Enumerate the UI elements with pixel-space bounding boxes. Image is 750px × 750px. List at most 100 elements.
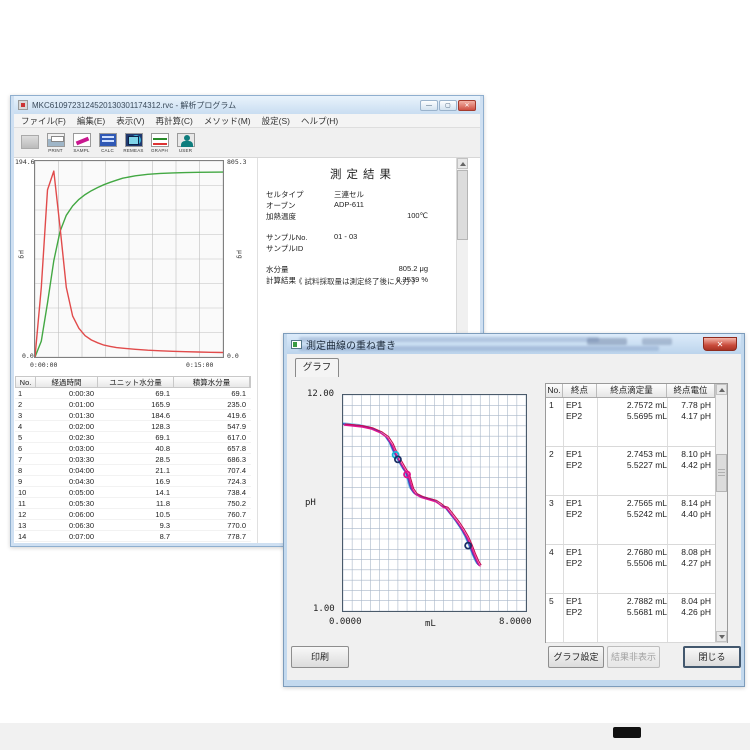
table-cell: 28.5 — [97, 454, 173, 464]
toolbar-sample-button[interactable]: SAMPL — [69, 129, 94, 156]
graph-icon — [151, 133, 169, 147]
column-header: No. — [546, 384, 563, 397]
table-cell: 11 — [15, 498, 35, 508]
toolbar-report-button[interactable] — [17, 129, 42, 156]
table-row[interactable]: 110:05:3011.8750.2 — [15, 498, 251, 509]
table-cell: 184.6 — [97, 410, 173, 420]
table-cell: 13 — [15, 520, 35, 530]
table-cell: 0:03:30 — [35, 454, 97, 464]
menu-item-0[interactable]: ファイル(F) — [21, 115, 66, 127]
table-cell: 724.3 — [173, 476, 249, 486]
tab-graph[interactable]: グラフ — [295, 358, 339, 377]
endpoint-row-group[interactable]: 5EP12.7882 mL8.04 pHEP25.5681 mL4.26 pH — [546, 594, 727, 643]
endpoint-name: EP2 — [566, 460, 582, 471]
table-cell: 0:05:30 — [35, 498, 97, 508]
field-label: サンプルID — [266, 243, 303, 254]
endpoint-row: EP25.5681 mL4.26 pH — [563, 607, 714, 618]
table-row[interactable]: 120:06:0010.5760.7 — [15, 509, 251, 520]
table-cell: 11.8 — [97, 498, 173, 508]
endpoint-row: EP25.5506 mL4.27 pH — [563, 558, 714, 569]
graph-settings-button[interactable]: グラフ設定 — [548, 646, 604, 668]
table-row[interactable]: 20:01:00165.9235.0 — [15, 399, 251, 410]
endpoint-potential: 8.04 pH — [661, 596, 711, 607]
table-row[interactable]: 90:04:3016.9724.3 — [15, 476, 251, 487]
table-row[interactable]: 130:06:309.3770.0 — [15, 520, 251, 531]
right-axis-min: 0.0 — [227, 352, 239, 360]
scrollbar-thumb[interactable] — [716, 454, 727, 492]
dialog-titlebar[interactable]: 測定曲線の重ね書き ✕ — [287, 334, 741, 354]
table-row[interactable]: 60:03:0040.8657.8 — [15, 443, 251, 454]
field-label: サンプルNo. — [266, 232, 307, 243]
toolbar-graph-button[interactable]: GRAPH — [147, 129, 172, 156]
menu-item-5[interactable]: 設定(S) — [262, 115, 290, 127]
table-cell: 547.9 — [173, 421, 249, 431]
table-row[interactable]: 70:03:3028.5686.3 — [15, 454, 251, 465]
table-cell: 0:03:00 — [35, 443, 97, 453]
scroll-up-button[interactable] — [457, 158, 468, 169]
toolbar-print-button[interactable]: PRINT — [43, 129, 68, 156]
table-row[interactable]: 50:02:3069.1617.0 — [15, 432, 251, 443]
endpoint-name: EP1 — [566, 449, 582, 460]
toolbar-calc-button[interactable]: CALC — [95, 129, 120, 156]
table-cell: 4 — [15, 421, 35, 431]
menu-item-6[interactable]: ヘルプ(H) — [301, 115, 338, 127]
toolbar: PRINTSAMPLCALCREMEASGRAPHUSER — [14, 128, 480, 158]
field-label: オーブン — [266, 200, 296, 211]
table-cell: 69.1 — [97, 388, 173, 398]
y-axis-label: pH — [305, 498, 316, 508]
endpoint-row-group[interactable]: 4EP12.7680 mL8.08 pHEP25.5506 mL4.27 pH — [546, 545, 727, 594]
close-button[interactable]: ✕ — [458, 100, 476, 111]
close-button[interactable]: ✕ — [703, 337, 737, 351]
toolbar-user-button[interactable]: USER — [173, 129, 198, 156]
moisture-table: No.経過時間ユニット水分量積算水分量10:00:3069.169.120:01… — [15, 376, 251, 542]
endpoint-volume: 2.7882 mL — [599, 596, 667, 607]
page-indicator-badge — [613, 727, 641, 738]
table-cell: 69.1 — [173, 388, 249, 398]
menu-item-4[interactable]: メソッド(M) — [204, 115, 251, 127]
table-row[interactable]: 10:00:3069.169.1 — [15, 388, 251, 399]
scrollbar-thumb[interactable] — [457, 170, 468, 240]
endpoint-no: 4 — [549, 547, 554, 557]
endpoint-table-scrollbar[interactable] — [715, 384, 727, 642]
scroll-down-button[interactable] — [716, 631, 727, 642]
x-axis-max: 0:15:00 — [186, 361, 213, 369]
table-row[interactable]: 30:01:30184.6419.6 — [15, 410, 251, 421]
table-cell: 686.3 — [173, 454, 249, 464]
endpoint-name: EP1 — [566, 547, 582, 558]
table-row[interactable]: 80:04:0021.1707.4 — [15, 465, 251, 476]
scroll-up-button[interactable] — [716, 384, 727, 395]
maximize-button[interactable]: ▢ — [439, 100, 457, 111]
endpoint-row: EP25.5242 mL4.40 pH — [563, 509, 714, 520]
close-dialog-button[interactable]: 閉じる — [683, 646, 741, 668]
left-axis-min: 0.0 — [22, 352, 34, 360]
endpoint-table: No.終点終点滴定量終点電位 1EP12.7572 mL7.78 pHEP25.… — [545, 383, 728, 643]
table-cell: 16.9 — [97, 476, 173, 486]
table-row[interactable]: 100:05:0014.1738.4 — [15, 487, 251, 498]
table-row[interactable]: 40:02:00128.3547.9 — [15, 421, 251, 432]
menu-item-1[interactable]: 編集(E) — [77, 115, 105, 127]
endpoint-row-group[interactable]: 2EP12.7453 mL8.10 pHEP25.5227 mL4.42 pH — [546, 447, 727, 496]
menu-item-3[interactable]: 再計算(C) — [156, 115, 193, 127]
endpoint-volume: 2.7680 mL — [599, 547, 667, 558]
minimize-button[interactable]: — — [420, 100, 438, 111]
endpoint-name: EP2 — [566, 607, 582, 618]
endpoint-row-group[interactable]: 3EP12.7565 mL8.14 pHEP25.5242 mL4.40 pH — [546, 496, 727, 545]
dialog-body: グラフ 12.00 1.00 pH 0.0000 mL 8.0000 No.終点… — [287, 354, 741, 680]
table-row[interactable]: 140:07:008.7778.7 — [15, 531, 251, 542]
toolbar-remeas-button[interactable]: REMEAS — [121, 129, 146, 156]
endpoint-potential: 8.14 pH — [661, 498, 711, 509]
endpoint-potential: 7.78 pH — [661, 400, 711, 411]
analysis-titlebar[interactable]: MKC6109723124520130301174312.rvc - 解析プログ… — [14, 96, 480, 114]
table-cell: 8.7 — [97, 531, 173, 541]
menu-item-2[interactable]: 表示(V) — [116, 115, 144, 127]
table-cell: 2 — [15, 399, 35, 409]
window-controls: — ▢ ✕ — [420, 100, 476, 111]
endpoint-no: 2 — [549, 449, 554, 459]
endpoint-row-group[interactable]: 1EP12.7572 mL7.78 pHEP25.5695 mL4.17 pH — [546, 398, 727, 447]
table-cell: 770.0 — [173, 520, 249, 530]
endpoint-row: EP12.7565 mL8.14 pH — [563, 498, 714, 509]
table-cell: 40.8 — [97, 443, 173, 453]
chevron-up-icon — [719, 388, 725, 392]
print-button[interactable]: 印刷 — [291, 646, 349, 668]
endpoint-name: EP1 — [566, 400, 582, 411]
